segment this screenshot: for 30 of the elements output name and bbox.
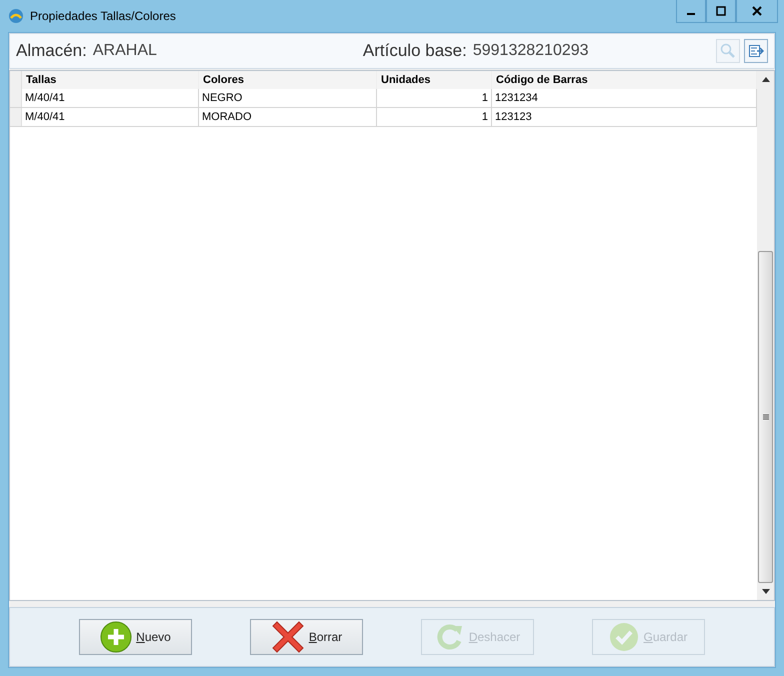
window-title: Propiedades Tallas/Colores <box>30 9 177 23</box>
undo-icon <box>434 622 465 652</box>
table-cell: NEGRO <box>199 89 377 107</box>
delete-button[interactable]: Borrar <box>250 619 363 655</box>
close-icon <box>752 6 762 16</box>
plus-icon <box>100 621 132 653</box>
check-icon <box>609 622 640 652</box>
close-button[interactable] <box>736 0 778 23</box>
minimize-button[interactable] <box>676 0 706 23</box>
add-button[interactable]: Nuevo <box>79 619 192 655</box>
store-value: ARAHAL <box>92 42 157 60</box>
export-button[interactable] <box>744 39 768 63</box>
column-header[interactable]: Colores <box>199 71 377 89</box>
maximize-button[interactable] <box>706 0 736 23</box>
maximize-icon <box>716 6 726 16</box>
table-cell: MORADO <box>199 108 377 126</box>
search-icon <box>720 43 736 59</box>
scrollbar-thumb[interactable] <box>758 251 773 583</box>
article-label: Artículo base: <box>362 41 467 61</box>
table-cell: 1 <box>377 108 492 126</box>
column-header[interactable]: Unidades <box>377 71 492 89</box>
app-logo-icon <box>8 8 24 24</box>
cross-icon <box>270 620 305 654</box>
column-header[interactable]: Tallas <box>22 71 199 89</box>
store-label: Almacén: <box>16 41 87 61</box>
table-cell: M/40/41 <box>22 89 199 107</box>
article-value: 5991328210293 <box>472 42 589 60</box>
table-cell: M/40/41 <box>22 108 199 126</box>
export-icon <box>748 43 764 59</box>
table-cell: 1 <box>377 89 492 107</box>
